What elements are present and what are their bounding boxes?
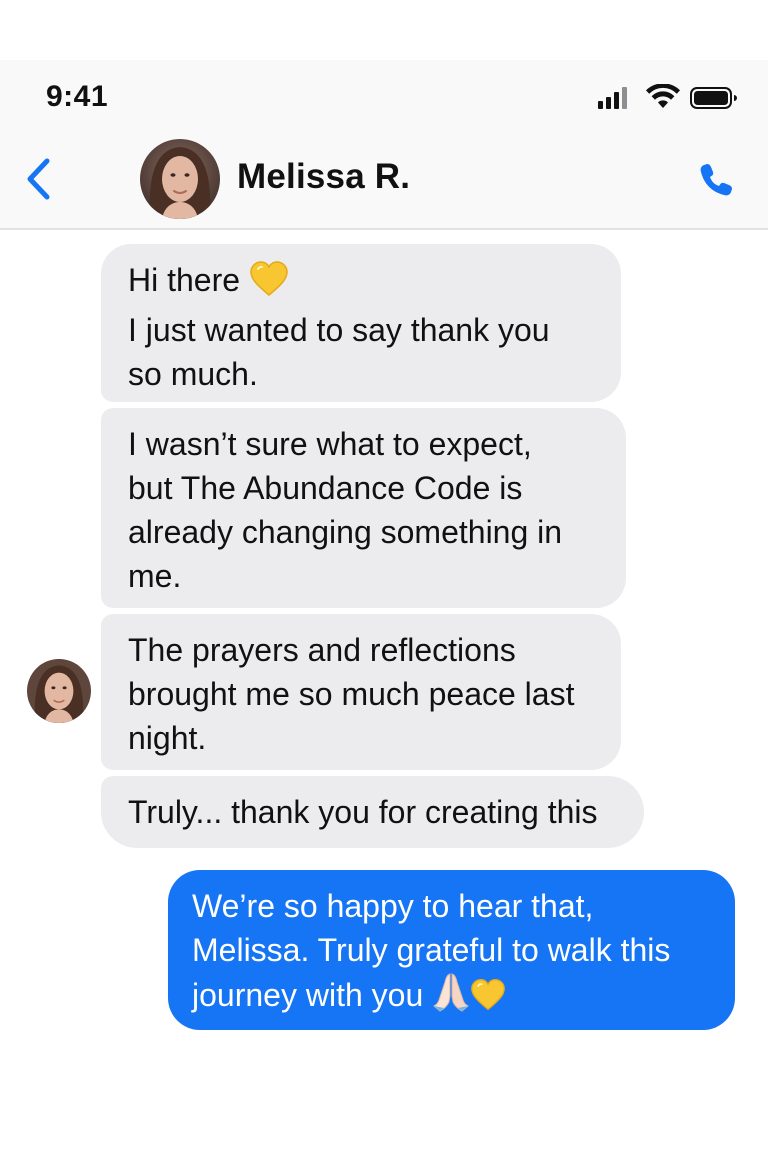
yellow-heart-emoji <box>470 978 506 1023</box>
message-bubble-sent[interactable]: We’re so happy to hear that, Melissa. Tr… <box>168 870 735 1030</box>
message-line: me. <box>128 558 182 594</box>
message-line: so much. <box>128 356 258 392</box>
message-line: I just wanted to say thank you <box>128 312 550 348</box>
message-bubble-received[interactable]: Truly... thank you for creating this <box>101 776 644 848</box>
message-line: but The Abundance Code is <box>128 470 523 506</box>
folded-hands-emoji <box>432 972 470 1023</box>
status-icons <box>598 83 738 110</box>
message-line: Hi there <box>128 262 241 298</box>
message-line: Melissa. Truly grateful to walk this <box>192 932 671 968</box>
status-bar: 9:41 <box>0 60 768 130</box>
message-line: journey with you <box>192 977 424 1013</box>
message-line: night. <box>128 720 207 756</box>
conversation-header: Melissa R. <box>0 130 768 230</box>
message-bubble-received[interactable]: Hi there I just wanted to say thank you … <box>101 244 621 402</box>
chevron-left-icon <box>27 158 50 200</box>
message-line: Truly... thank you for creating this <box>128 794 598 830</box>
message-line: brought me so much peace last <box>128 676 575 712</box>
message-line: The prayers and reflections <box>128 632 516 668</box>
battery-icon <box>690 87 737 109</box>
contact-name[interactable]: Melissa R. <box>237 157 410 197</box>
cellular-signal-icon <box>598 87 627 109</box>
message-line: We’re so happy to hear that, <box>192 888 594 924</box>
back-button[interactable] <box>22 156 56 202</box>
call-button[interactable] <box>698 162 734 198</box>
message-line: already changing something in <box>128 514 563 550</box>
message-line: I wasn’t sure what to expect, <box>128 426 532 462</box>
status-time: 9:41 <box>46 80 109 113</box>
message-bubble-received[interactable]: The prayers and reflections brought me s… <box>101 614 621 770</box>
wifi-icon <box>646 83 680 108</box>
message-bubble-received[interactable]: I wasn’t sure what to expect, but The Ab… <box>101 408 626 608</box>
yellow-heart-emoji <box>249 261 289 308</box>
phone-icon <box>700 164 732 196</box>
contact-avatar[interactable] <box>140 139 220 219</box>
sender-avatar[interactable] <box>27 659 91 723</box>
